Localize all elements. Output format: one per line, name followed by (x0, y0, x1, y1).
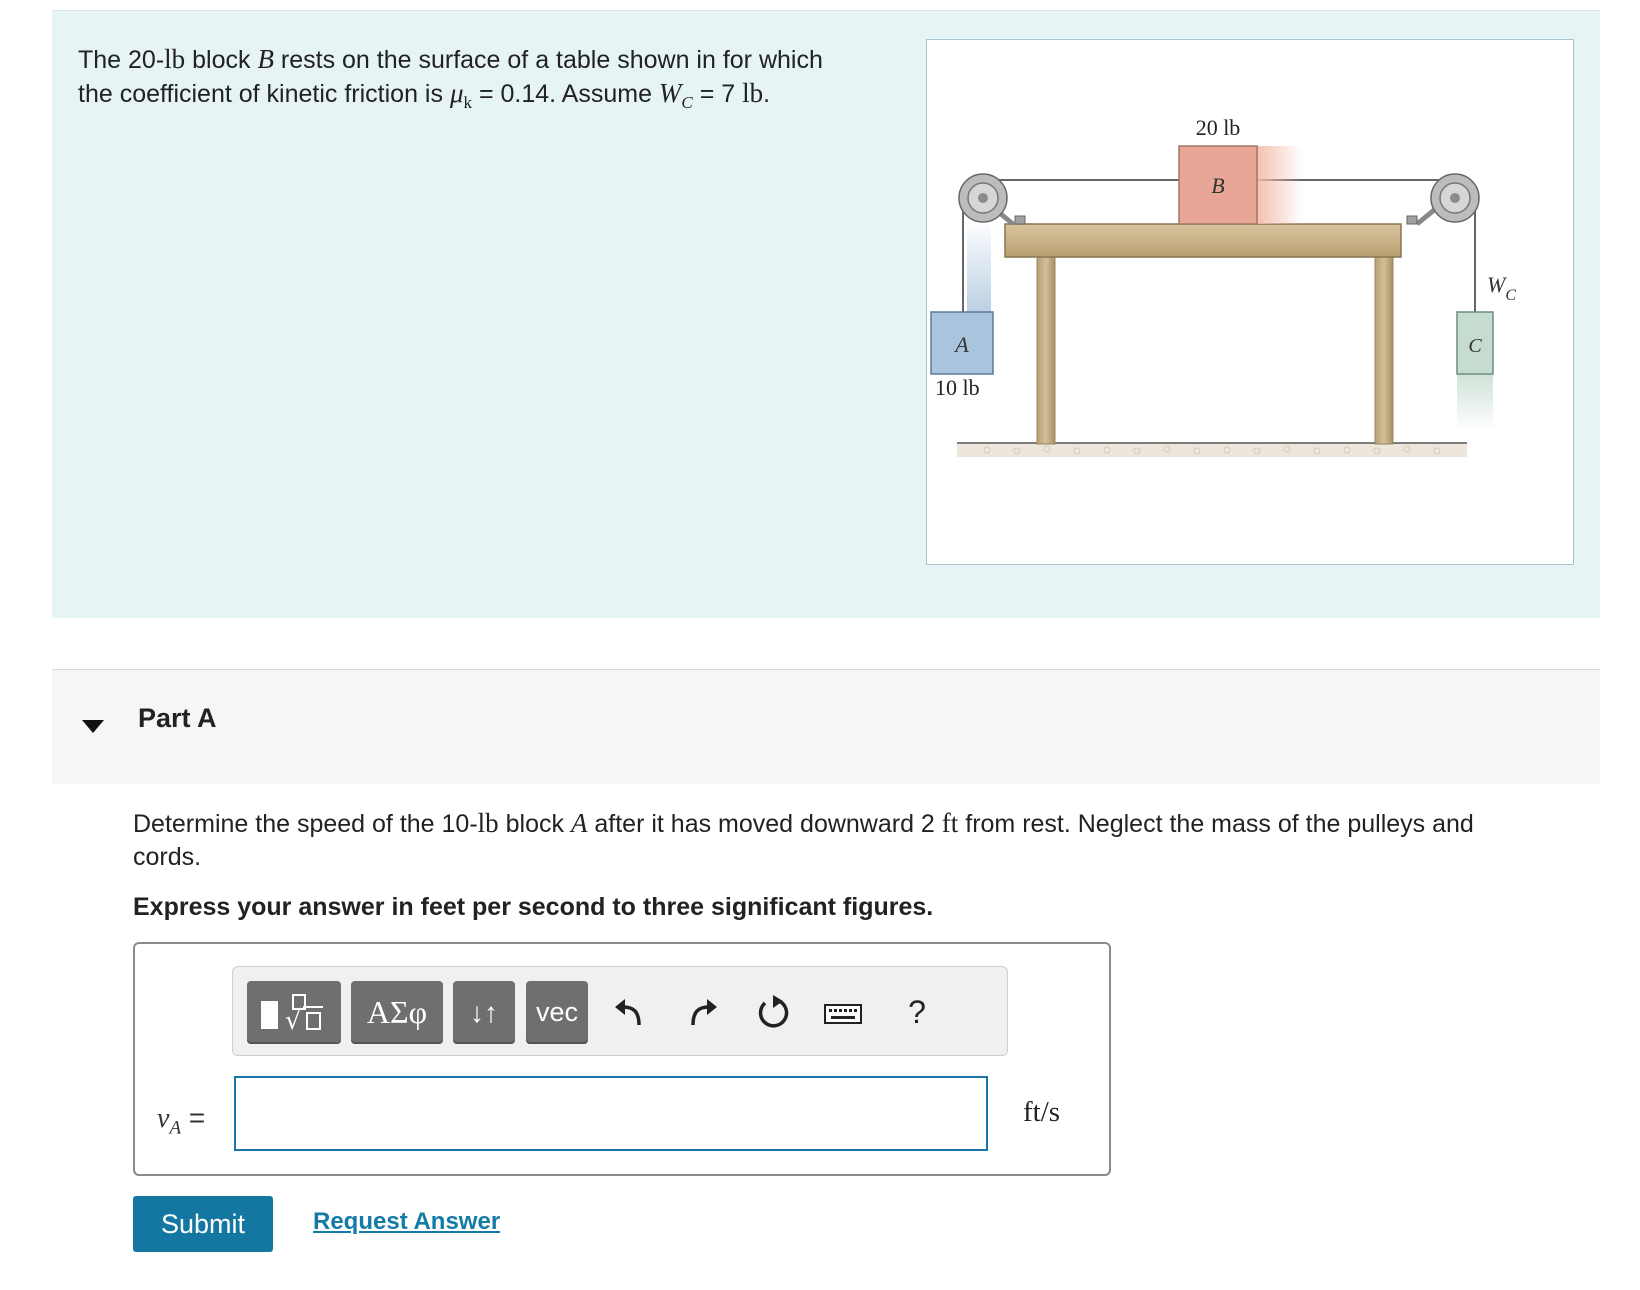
svg-text:√: √ (285, 1006, 302, 1036)
pulley-table-diagram: 20 lb B A 10 lb C WC (930, 115, 1516, 457)
answer-box: √ ΑΣφ ↓↑ vec ? vA = ft/s (133, 942, 1111, 1176)
label-b: B (1211, 173, 1224, 198)
part-a-header[interactable]: Part A (52, 669, 1600, 784)
label-a-weight: 10 lb (935, 375, 980, 400)
table-leg-right (1374, 255, 1394, 445)
problem-figure: 20 lb B A 10 lb C WC (926, 39, 1574, 565)
ground (957, 442, 1467, 457)
answer-variable-label: vA = (157, 1102, 206, 1139)
reset-button[interactable] (751, 981, 795, 1044)
greek-symbols-button[interactable]: ΑΣφ (351, 981, 443, 1044)
reset-icon (758, 995, 789, 1028)
submit-button[interactable]: Submit (133, 1196, 273, 1252)
answer-input[interactable] (234, 1076, 988, 1151)
table-top (1004, 223, 1402, 258)
templates-icon: √ (261, 994, 323, 1036)
pulley-right (1415, 173, 1480, 226)
label-a: A (953, 332, 969, 357)
arrows-button[interactable]: ↓↑ (453, 981, 515, 1044)
label-b-weight: 20 lb (1196, 115, 1241, 140)
math-toolbar: √ ΑΣφ ↓↑ vec ? (232, 966, 1008, 1056)
undo-button[interactable] (609, 981, 653, 1044)
collapse-triangle-icon[interactable] (82, 720, 104, 733)
vector-button[interactable]: vec (526, 981, 588, 1044)
problem-statement: The 20-lb block B rests on the surface o… (78, 44, 823, 112)
keyboard-icon (824, 1004, 862, 1024)
answer-units: ft/s (1023, 1096, 1061, 1128)
var-b: B (257, 44, 274, 74)
pulley-left (958, 173, 1015, 226)
question-text: Determine the speed of the 10-lb block A… (133, 808, 1474, 871)
label-wc: WC (1487, 272, 1516, 304)
label-c: C (1468, 335, 1482, 357)
keyboard-button[interactable] (821, 981, 865, 1044)
help-button[interactable]: ? (895, 981, 939, 1044)
undo-icon (615, 999, 641, 1026)
redo-icon (691, 999, 717, 1026)
problem-intro: The 20-lb block B rests on the surface o… (52, 10, 1600, 618)
table-leg-left (1036, 255, 1056, 445)
templates-button[interactable]: √ (247, 981, 341, 1044)
part-title: Part A (138, 703, 217, 733)
answer-instruction: Express your answer in feet per second t… (133, 893, 934, 921)
redo-button[interactable] (681, 981, 725, 1044)
request-answer-link[interactable]: Request Answer (313, 1208, 500, 1236)
